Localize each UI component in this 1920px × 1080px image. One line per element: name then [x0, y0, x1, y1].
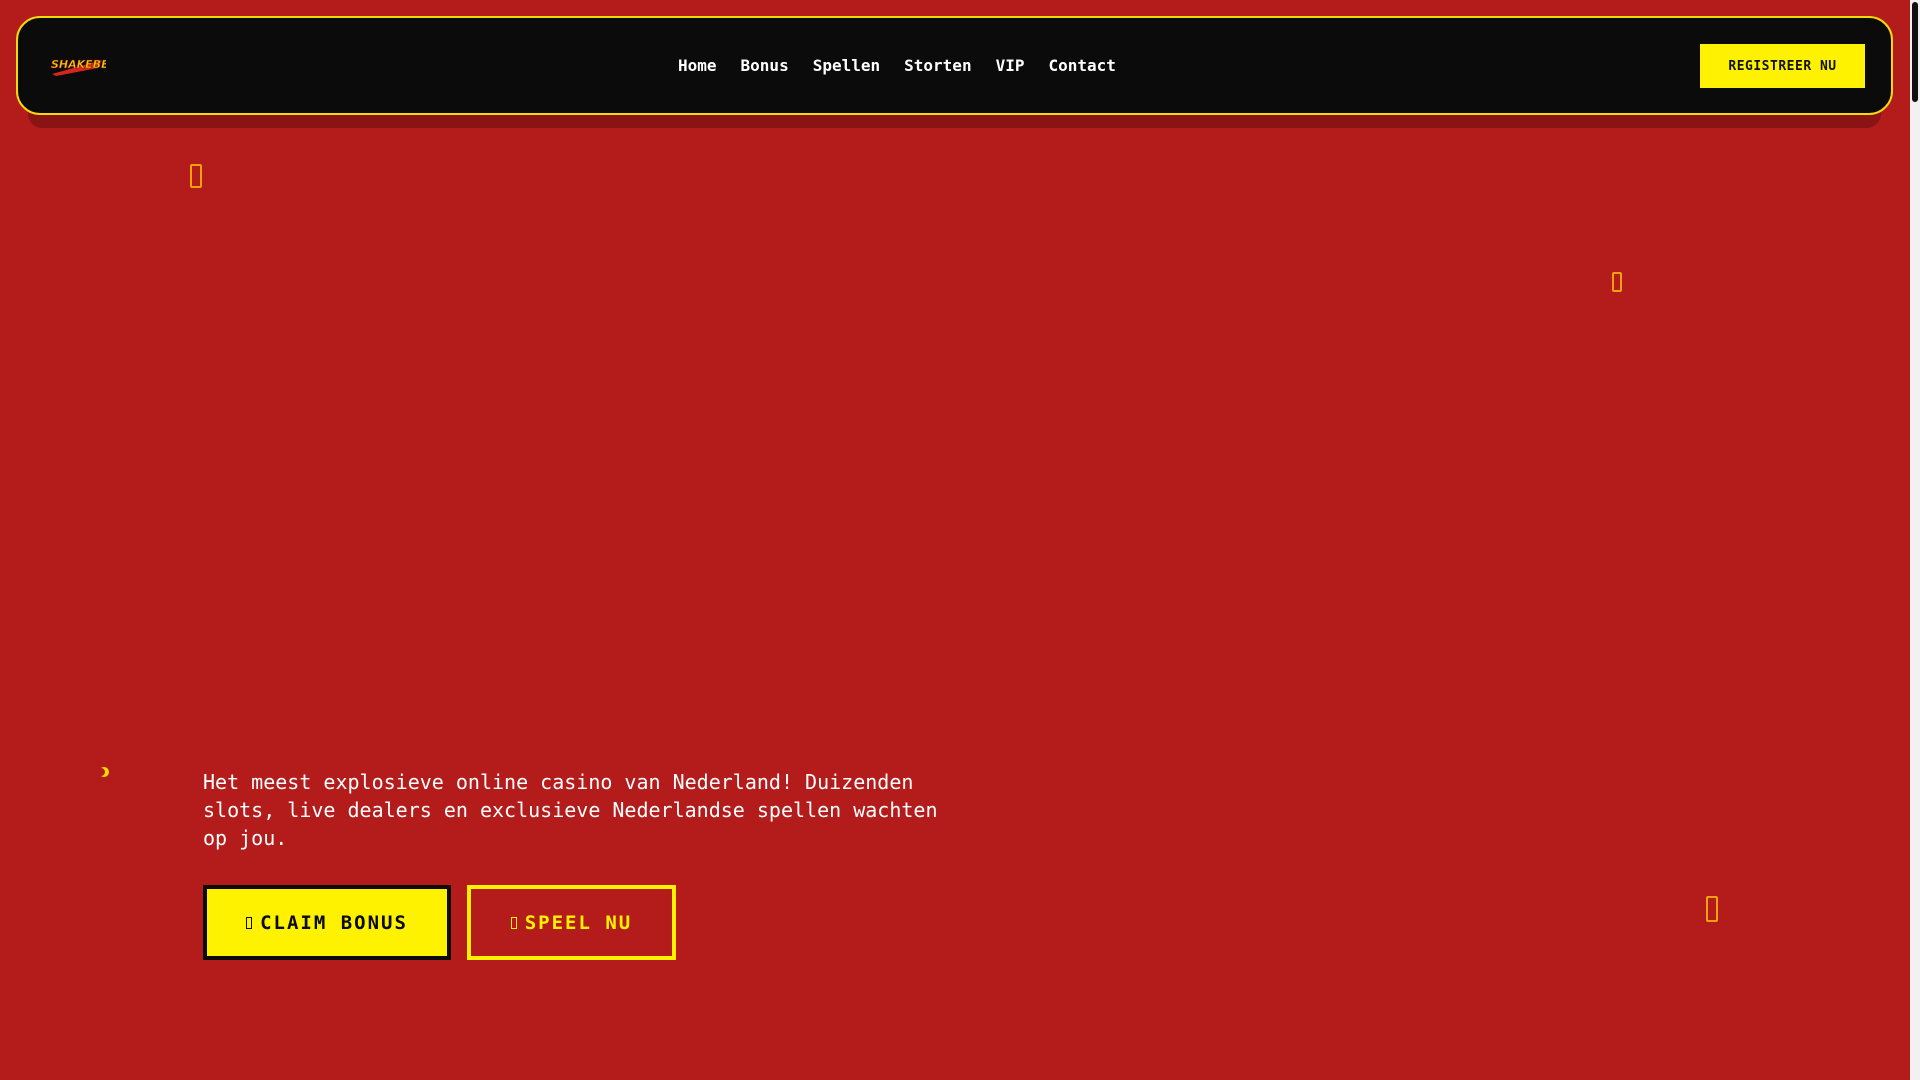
- page: SHAKEBET Home Bonus Spellen Storten VIP …: [0, 0, 1920, 1080]
- nav-links: Home Bonus Spellen Storten VIP Contact: [678, 18, 1116, 113]
- speel-nu-button[interactable]: SPEEL NU: [467, 885, 676, 960]
- missing-glyph-icon: [1612, 272, 1622, 296]
- crescent-icon: [98, 766, 110, 782]
- nav-link-home[interactable]: Home: [678, 56, 717, 75]
- claim-bonus-button[interactable]: CLAIM BONUS: [203, 885, 451, 960]
- missing-glyph-icon: [190, 164, 202, 192]
- speel-nu-label: SPEEL NU: [524, 911, 633, 934]
- hero-description: Het meest explosieve online casino van N…: [203, 770, 938, 850]
- claim-bonus-label: CLAIM BONUS: [260, 911, 408, 934]
- register-button[interactable]: REGISTREER NU: [1700, 44, 1865, 88]
- shakebet-logo[interactable]: SHAKEBET: [48, 50, 118, 78]
- missing-glyph-icon: [510, 916, 517, 929]
- scrollbar-thumb[interactable]: [1912, 2, 1918, 102]
- svg-text:SHAKEBET: SHAKEBET: [51, 58, 106, 71]
- nav-link-contact[interactable]: Contact: [1048, 56, 1115, 75]
- nav-link-storten[interactable]: Storten: [904, 56, 971, 75]
- navbar: SHAKEBET Home Bonus Spellen Storten VIP …: [16, 16, 1893, 115]
- nav-link-bonus[interactable]: Bonus: [741, 56, 789, 75]
- missing-glyph-icon: [1706, 896, 1718, 926]
- nav-link-spellen[interactable]: Spellen: [813, 56, 880, 75]
- scrollbar[interactable]: [1910, 0, 1920, 1080]
- missing-glyph-icon: [246, 916, 253, 929]
- nav-link-vip[interactable]: VIP: [996, 56, 1025, 75]
